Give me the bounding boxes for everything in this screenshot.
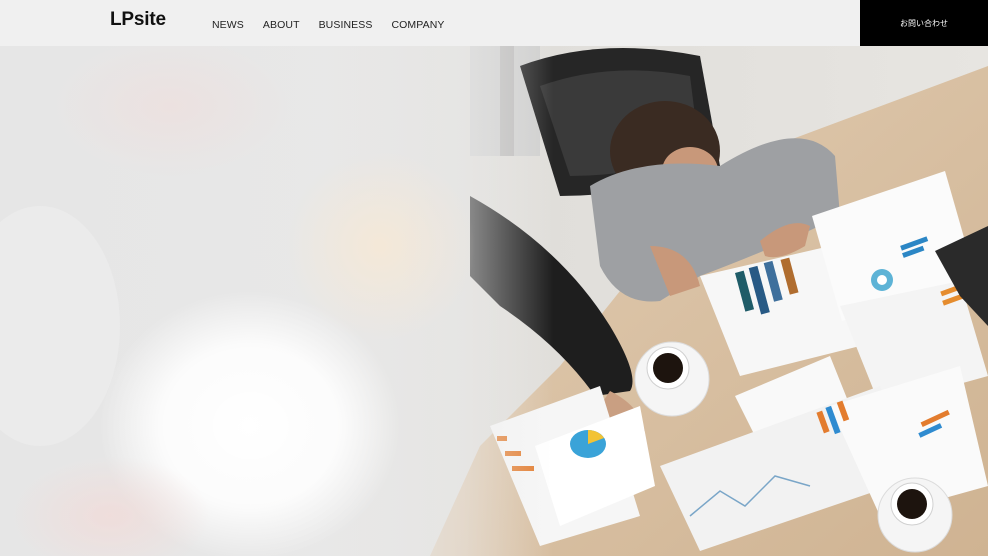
nav-link-company[interactable]: COMPANY [391,19,444,31]
nav-item-business: BUSINESS [319,15,373,33]
nav-link-news[interactable]: NEWS [212,19,244,31]
hero-photo [0,46,988,556]
nav-item-news: NEWS [212,15,244,33]
nav-link-about[interactable]: ABOUT [263,19,300,31]
page: LPsite NEWS ABOUT BUSINESS COMPANY お問い合わ… [0,0,988,556]
nav-link-business[interactable]: BUSINESS [319,19,373,31]
site-logo[interactable]: LPsite [110,9,166,31]
nav-item-company: COMPANY [391,15,444,33]
nav-item-about: ABOUT [263,15,300,33]
hero-section [0,46,988,556]
contact-button[interactable]: お問い合わせ [860,0,988,46]
site-header: LPsite NEWS ABOUT BUSINESS COMPANY お問い合わ… [0,0,988,46]
main-nav: NEWS ABOUT BUSINESS COMPANY [212,15,445,33]
